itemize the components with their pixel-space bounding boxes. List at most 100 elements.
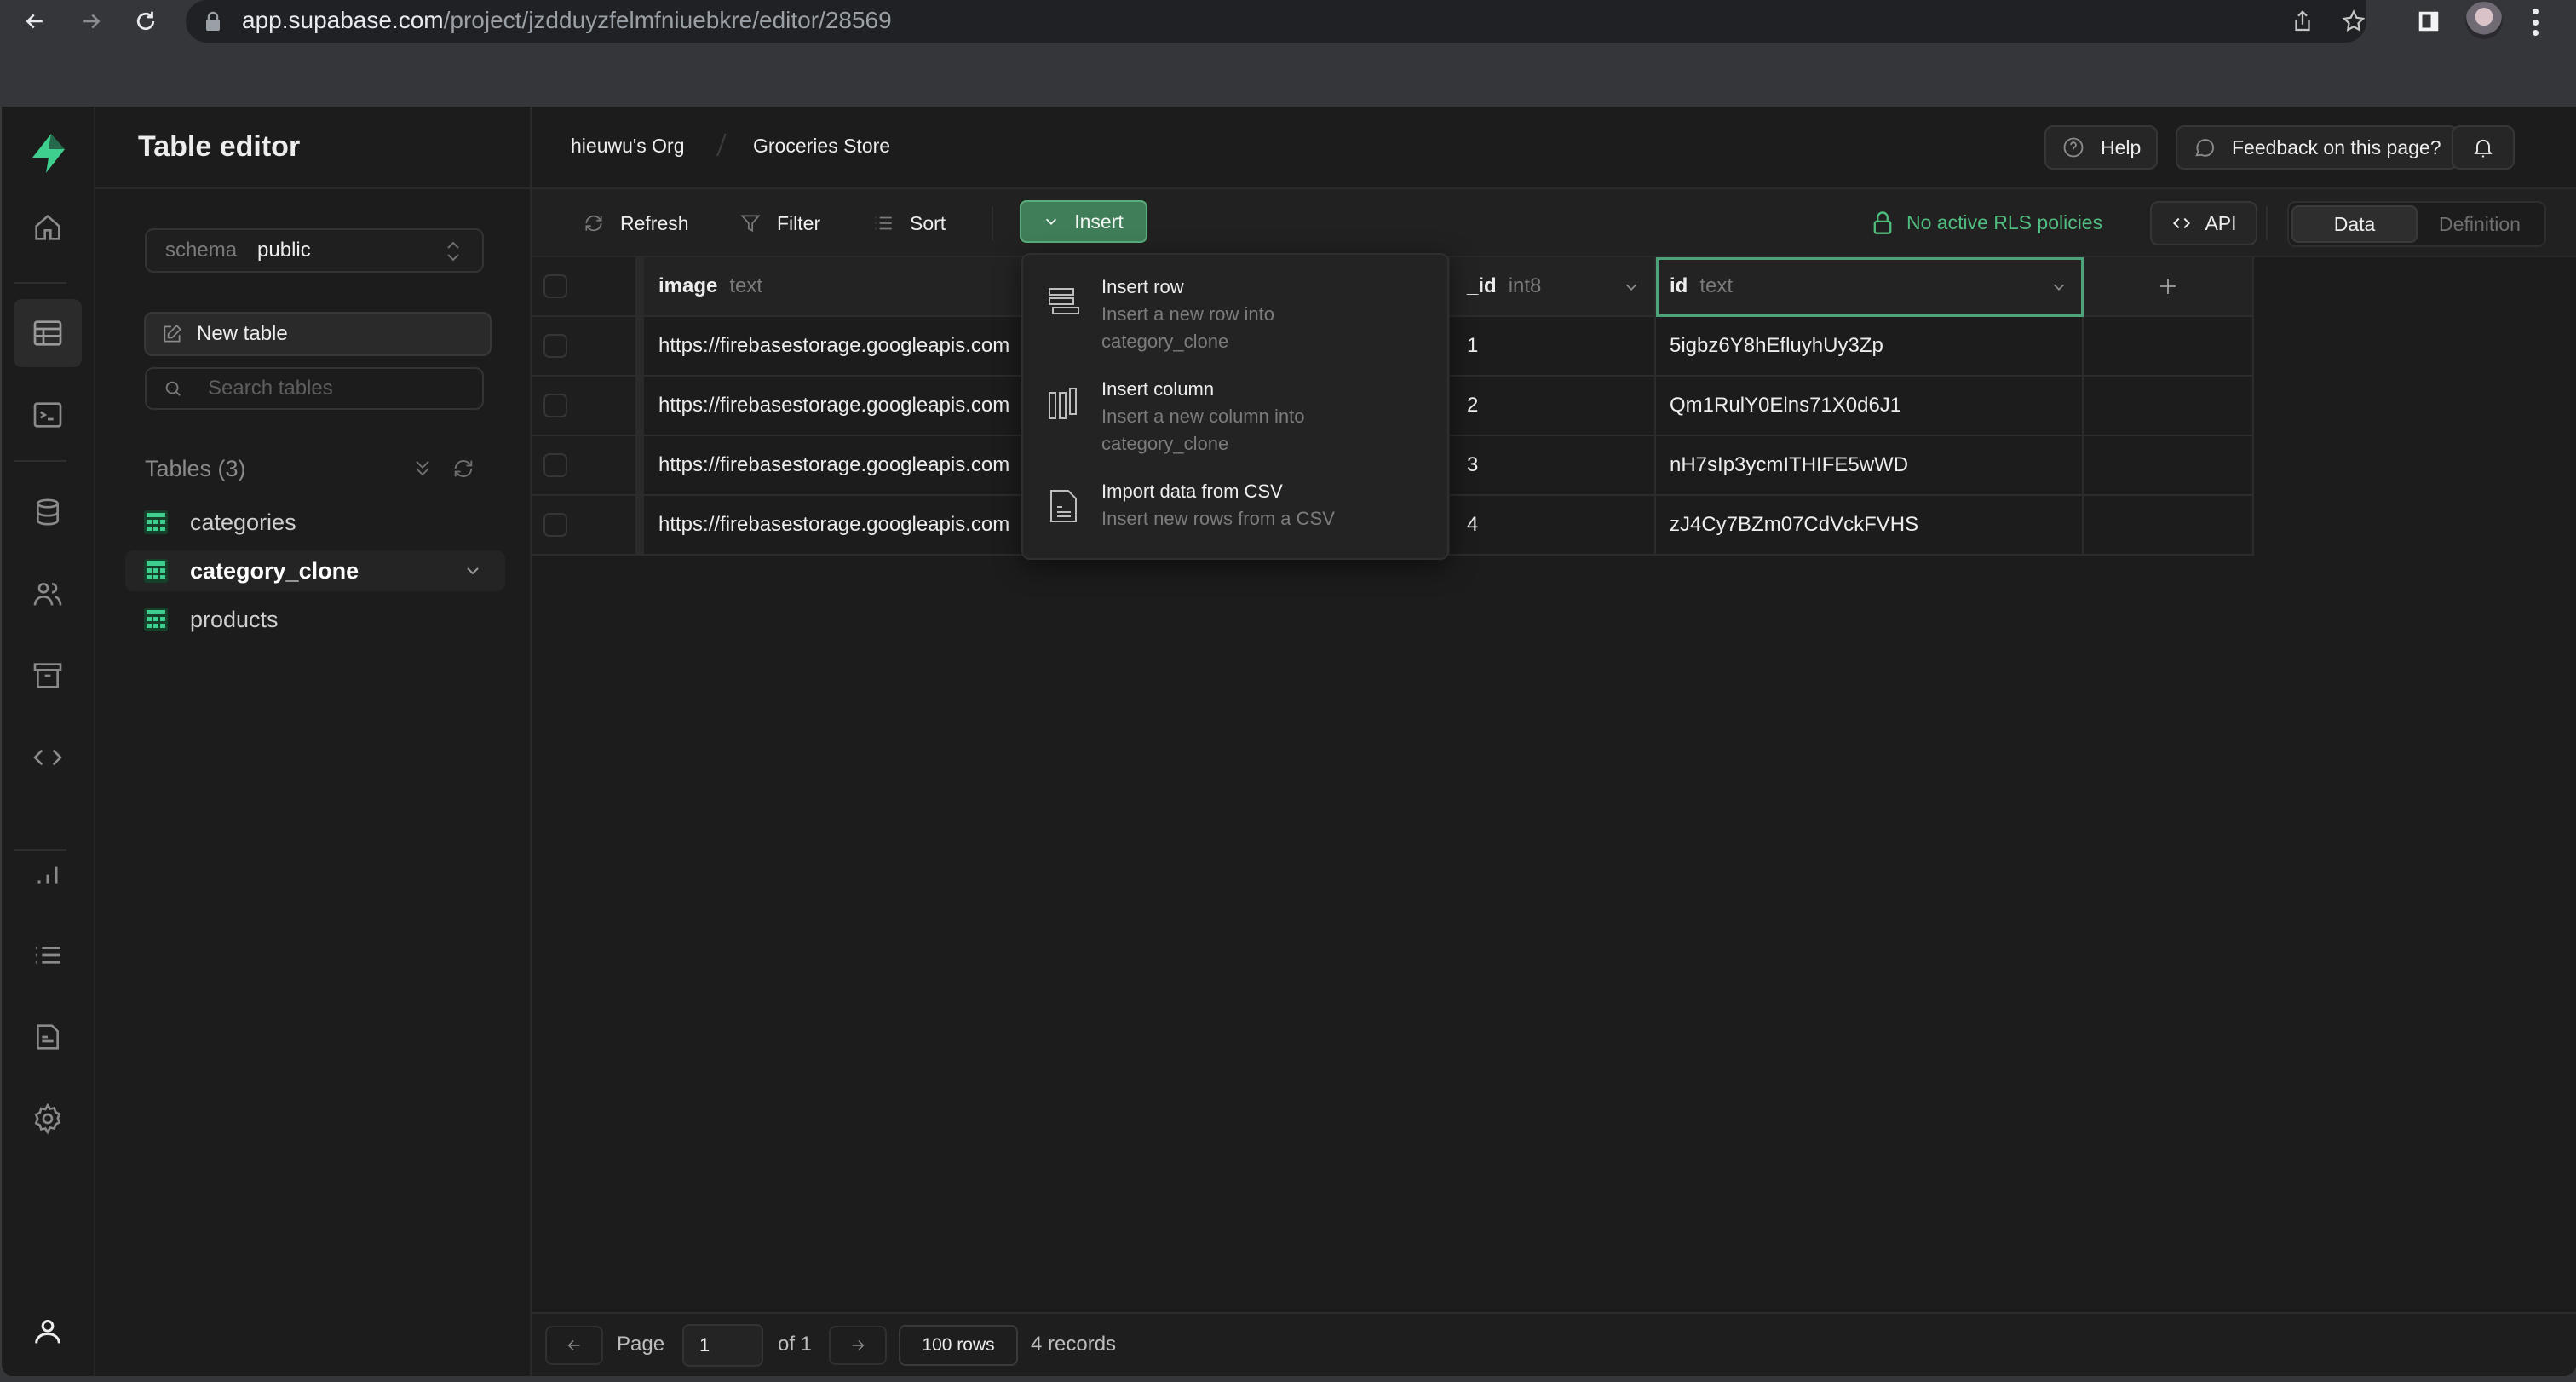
- sidebar-table-item[interactable]: categories: [125, 502, 505, 543]
- cell-_id[interactable]: 3: [1450, 436, 1656, 496]
- rail-authentication[interactable]: [14, 560, 82, 628]
- profile-avatar[interactable]: [2465, 2, 2503, 39]
- rail-storage[interactable]: [14, 642, 82, 710]
- star-icon: [2342, 9, 2366, 32]
- cell-id[interactable]: 5igbz6Y8hEfluyhUy3Zp: [1656, 317, 2084, 377]
- back-button[interactable]: [19, 5, 51, 37]
- rail-edge-functions[interactable]: [14, 723, 82, 792]
- share-button[interactable]: [2288, 7, 2317, 36]
- rail-api-docs[interactable]: [14, 1003, 82, 1071]
- cell-id[interactable]: zJ4Cy7BZm07CdVckFVHS: [1656, 496, 2084, 556]
- chevron-down-icon[interactable]: [1624, 279, 1639, 295]
- address-bar[interactable]: app.supabase.com/project/jzdduyzfelmfniu…: [186, 0, 2366, 43]
- main-content: hieuwu's Org Groceries Store Help Feedba…: [532, 107, 2576, 1376]
- menu-item-description: Insert a new row into category_clone: [1101, 303, 1274, 352]
- rail-logs[interactable]: [14, 921, 82, 989]
- menu-item-insert-row[interactable]: Insert row Insert a new row into categor…: [1049, 274, 1432, 355]
- select-all-checkbox[interactable]: [543, 274, 567, 298]
- menu-item-description: Insert a new column into category_clone: [1101, 406, 1305, 454]
- refresh-tables-icon[interactable]: [451, 457, 475, 481]
- breadcrumb-project[interactable]: Groceries Store: [753, 135, 890, 158]
- column-name: _id: [1467, 274, 1497, 297]
- insert-button[interactable]: Insert: [1020, 200, 1147, 243]
- rls-label: No active RLS policies: [1906, 210, 2103, 233]
- sort-button[interactable]: Sort: [872, 204, 946, 242]
- row-checkbox[interactable]: [543, 334, 567, 358]
- bar-chart-icon: [37, 866, 58, 884]
- cell-_id[interactable]: 1: [1450, 317, 1656, 377]
- api-button[interactable]: API: [2150, 201, 2257, 245]
- cell-image[interactable]: https://firebasestorage.googleapis.com: [644, 317, 1043, 377]
- rail-reports[interactable]: [14, 839, 82, 907]
- schema-select[interactable]: schema public: [145, 228, 484, 273]
- search-tables-field[interactable]: [145, 367, 484, 410]
- supabase-logo-icon[interactable]: [26, 130, 72, 176]
- breadcrumb-org[interactable]: hieuwu's Org: [571, 135, 685, 158]
- column-type: int8: [1508, 274, 1542, 297]
- rail-database[interactable]: [14, 478, 82, 546]
- chevron-down-icon[interactable]: [464, 562, 481, 579]
- collapse-all-icon[interactable]: [411, 457, 434, 481]
- reload-button[interactable]: [129, 5, 162, 37]
- menu-item-import-csv[interactable]: Import data from CSV Insert new rows fro…: [1049, 478, 1432, 533]
- plus-icon: [2160, 279, 2176, 294]
- view-toggle: Data Definition: [2287, 201, 2546, 247]
- menu-item-insert-column[interactable]: Insert column Insert a new column into c…: [1049, 376, 1432, 458]
- rail-sql-editor[interactable]: [14, 381, 82, 449]
- row-checkbox[interactable]: [543, 513, 567, 537]
- terminal-icon: [33, 402, 62, 428]
- column-header-_id[interactable]: _id int8: [1450, 257, 1656, 317]
- tab-data[interactable]: Data: [2291, 205, 2418, 243]
- help-button[interactable]: Help: [2044, 125, 2159, 170]
- rail-home[interactable]: [14, 193, 82, 262]
- browser-menu-button[interactable]: [2532, 9, 2539, 36]
- api-label: API: [2205, 211, 2237, 234]
- cell-empty: [2084, 317, 2254, 377]
- chevron-down-icon[interactable]: [2051, 279, 2067, 295]
- row-checkbox[interactable]: [543, 394, 567, 417]
- search-tables-input[interactable]: [208, 377, 463, 400]
- browser-bookmarks-area: [0, 43, 2576, 107]
- cell-image[interactable]: https://firebasestorage.googleapis.com: [644, 377, 1043, 436]
- arrow-right-icon: [852, 1339, 865, 1351]
- url-text: app.supabase.com/project/jzdduyzfelmfniu…: [242, 7, 892, 34]
- list-icon: [875, 216, 892, 230]
- rows-icon: [1049, 288, 1079, 314]
- cell-image[interactable]: https://firebasestorage.googleapis.com: [644, 496, 1043, 556]
- rail-table-editor[interactable]: [14, 299, 82, 367]
- rail-account[interactable]: [14, 1298, 82, 1366]
- side-panel-button[interactable]: [2414, 7, 2443, 36]
- file-icon: [1050, 490, 1077, 522]
- cell-empty: [2084, 496, 2254, 556]
- page-number-input[interactable]: [682, 1324, 763, 1367]
- prev-page-button[interactable]: [545, 1326, 603, 1365]
- notifications-button[interactable]: [2452, 125, 2515, 170]
- feedback-button[interactable]: Feedback on this page?: [2176, 125, 2458, 170]
- rail-settings[interactable]: [14, 1085, 82, 1153]
- rls-status[interactable]: No active RLS policies: [1872, 210, 2102, 235]
- bookmark-button[interactable]: [2339, 7, 2368, 36]
- refresh-button[interactable]: Refresh: [583, 204, 689, 242]
- insert-label: Insert: [1074, 210, 1124, 233]
- frozen-divider: [637, 377, 644, 436]
- filter-button[interactable]: Filter: [739, 204, 820, 242]
- new-table-button[interactable]: New table: [144, 312, 492, 356]
- rows-per-page-button[interactable]: 100 rows: [899, 1325, 1018, 1366]
- cell-_id[interactable]: 4: [1450, 496, 1656, 556]
- frozen-divider: [637, 436, 644, 496]
- cell-image[interactable]: https://firebasestorage.googleapis.com: [644, 436, 1043, 496]
- cell-id[interactable]: nH7sIp3ycmITHIFE5wWD: [1656, 436, 2084, 496]
- column-header-id[interactable]: id text: [1656, 257, 2084, 317]
- forward-button[interactable]: [75, 5, 107, 37]
- row-checkbox[interactable]: [543, 453, 567, 477]
- column-header-image[interactable]: image text: [644, 257, 1043, 317]
- sidebar-table-item[interactable]: products: [125, 599, 505, 640]
- cell-id[interactable]: Qm1RulY0Elns71X0d6J1: [1656, 377, 2084, 436]
- add-column-button[interactable]: [2084, 257, 2254, 317]
- tab-definition[interactable]: Definition: [2418, 205, 2542, 243]
- sidebar-table-item-active[interactable]: category_clone: [125, 550, 505, 591]
- arrow-left-icon: [567, 1339, 580, 1351]
- next-page-button[interactable]: [829, 1326, 887, 1365]
- cell-_id[interactable]: 2: [1450, 377, 1656, 436]
- archive-icon: [33, 663, 62, 688]
